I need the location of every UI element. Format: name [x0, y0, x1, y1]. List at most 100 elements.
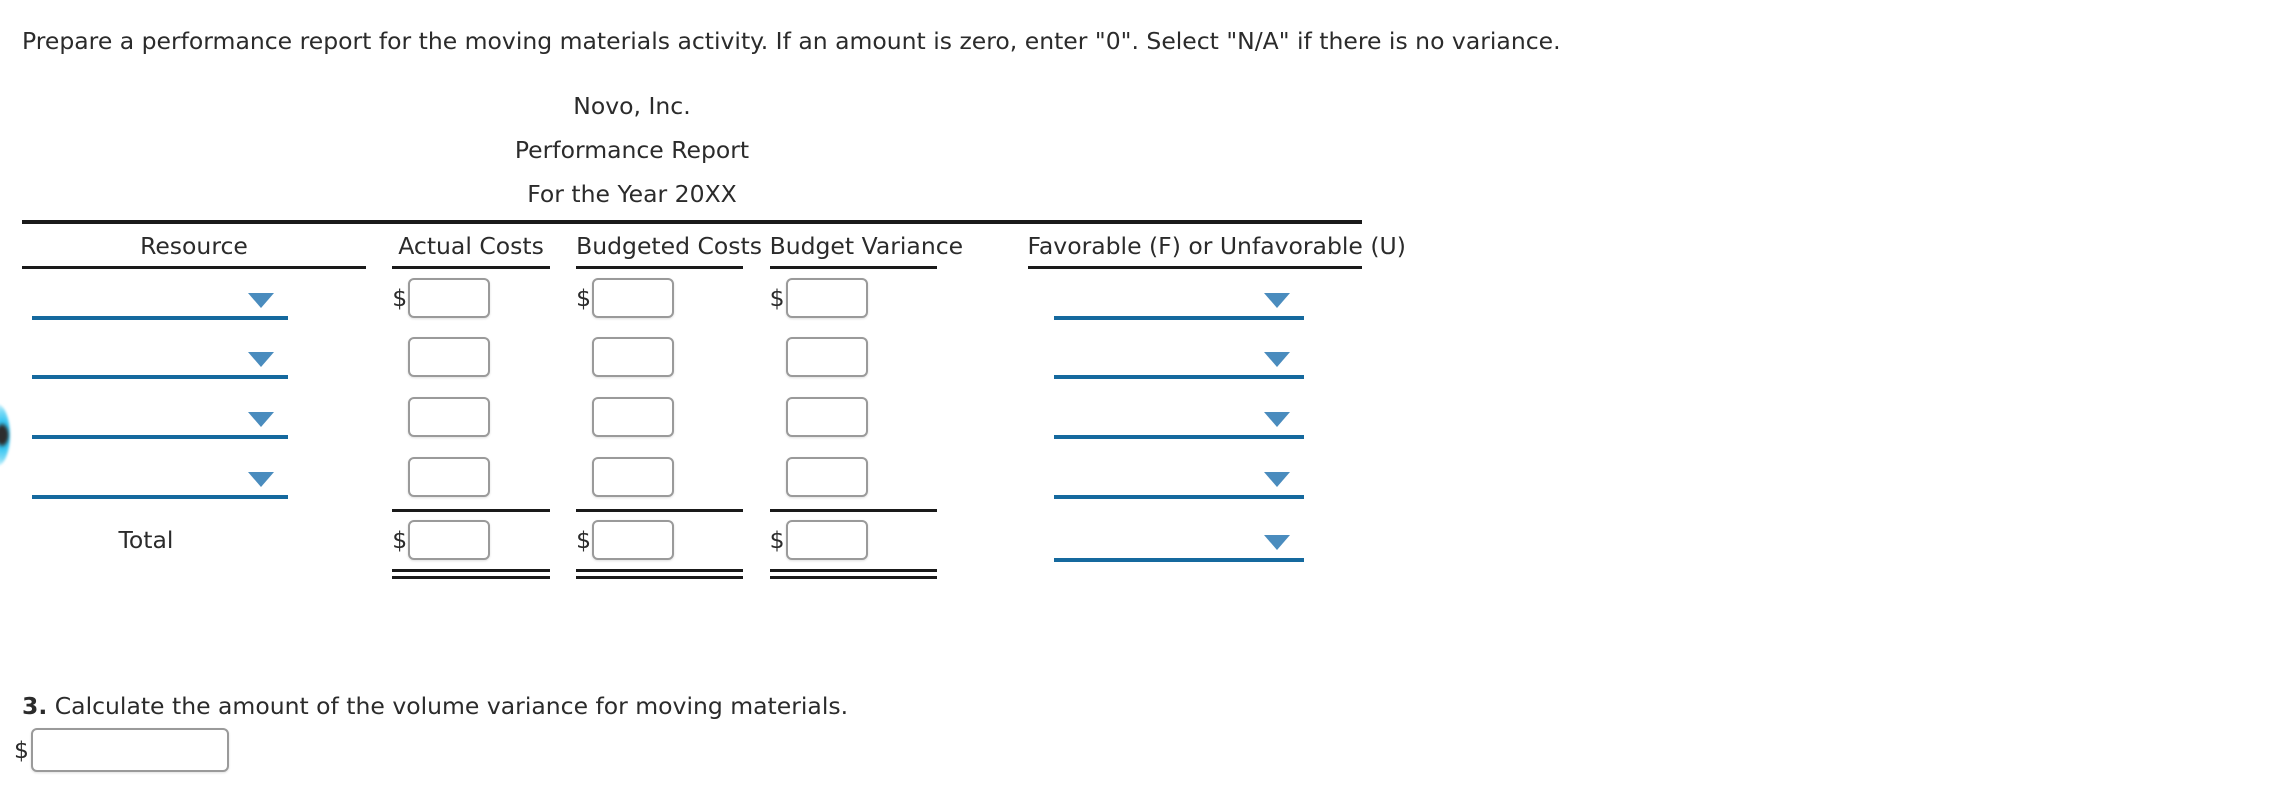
select-underline — [1053, 435, 1304, 439]
select-underline — [32, 315, 288, 320]
budgeted-cost-money-2 — [576, 337, 743, 377]
chevron-down-icon — [248, 352, 274, 367]
resource-select-3[interactable] — [32, 395, 288, 439]
spacer — [550, 510, 576, 570]
header-gap-1 — [366, 226, 392, 264]
budget-variance-input-2[interactable] — [785, 337, 868, 377]
total-variance-input[interactable] — [785, 520, 868, 560]
budget-variance-input-4[interactable] — [785, 457, 868, 497]
performance-report-table: Resource Actual Costs Budgeted Costs Bud… — [22, 220, 1406, 579]
actual-cost-money-2 — [392, 337, 550, 377]
actual-cost-cell — [392, 387, 550, 447]
total-variance-cell: $ — [770, 510, 937, 570]
table-row: $ $ $ — [22, 267, 1362, 327]
spacer — [366, 447, 392, 507]
actual-cost-input-3[interactable] — [408, 397, 491, 437]
resource-cell — [22, 447, 366, 507]
total-actual-input[interactable] — [408, 520, 491, 560]
question-3-number: 3. — [22, 692, 48, 720]
chevron-down-icon — [1263, 292, 1290, 308]
budget-variance-money-3 — [770, 397, 937, 437]
currency-symbol: $ — [14, 736, 29, 764]
double-rule-favorable — [1028, 570, 1362, 577]
column-header-resource: Resource — [140, 232, 248, 260]
spacer — [366, 327, 392, 387]
chevron-down-icon — [1263, 535, 1290, 550]
spacer — [550, 267, 576, 327]
resource-select-1[interactable] — [32, 276, 288, 320]
select-underline — [1053, 375, 1304, 379]
total-row: Total $ $ $ — [22, 510, 1362, 570]
select-underline — [1053, 315, 1304, 320]
spacer — [937, 570, 1028, 577]
table-header-row: Resource Actual Costs Budgeted Costs Bud… — [22, 226, 1406, 264]
spacer — [743, 267, 769, 327]
budget-variance-input-1[interactable] — [785, 277, 868, 318]
spacer — [550, 570, 576, 577]
report-title: Performance Report — [514, 136, 750, 164]
budgeted-cost-money-4 — [576, 457, 743, 497]
spacer — [366, 570, 392, 577]
header-gap-2 — [550, 226, 576, 264]
resource-cell — [22, 267, 366, 327]
spacer — [937, 510, 1028, 570]
currency-symbol: $ — [769, 283, 785, 312]
total-actual-money: $ — [392, 520, 550, 560]
actual-cost-input-4[interactable] — [408, 457, 491, 497]
actual-cost-cell: $ — [392, 267, 550, 327]
budget-variance-cell: $ — [770, 267, 937, 327]
favorable-select-total[interactable] — [1053, 518, 1304, 562]
favorable-select-2[interactable] — [1053, 335, 1304, 379]
actual-cost-cell — [392, 327, 550, 387]
select-underline — [1053, 558, 1304, 562]
budgeted-cost-money-1: $ — [576, 277, 743, 318]
budget-variance-input-3[interactable] — [785, 397, 868, 437]
select-underline — [1053, 495, 1304, 499]
column-header-budgeted-costs: Budgeted Costs — [576, 232, 762, 260]
budgeted-cost-input-2[interactable] — [592, 337, 675, 377]
budgeted-cost-cell — [576, 327, 743, 387]
chevron-down-icon — [1263, 412, 1290, 427]
total-label: Total — [118, 526, 174, 554]
resource-select-2[interactable] — [32, 335, 288, 379]
spacer — [743, 387, 769, 447]
spacer — [550, 447, 576, 507]
performance-report: Novo, Inc. Performance Report For the Ye… — [22, 84, 1406, 579]
spacer — [366, 387, 392, 447]
double-rule-variance — [769, 568, 937, 579]
favorable-select-4[interactable] — [1053, 455, 1304, 499]
double-rule-budgeted — [576, 568, 744, 579]
actual-cost-money-3 — [392, 397, 550, 437]
budget-variance-money-4 — [770, 457, 937, 497]
double-rule-actual — [392, 568, 550, 579]
volume-variance-input[interactable] — [30, 728, 229, 772]
select-underline — [32, 495, 288, 499]
favorable-cell — [1028, 387, 1362, 447]
currency-symbol: $ — [392, 526, 408, 554]
chevron-down-icon — [1263, 352, 1290, 367]
left-edge-focus-glow — [0, 404, 10, 466]
table-row — [22, 327, 1362, 387]
chevron-down-icon — [1263, 472, 1290, 487]
spacer — [743, 327, 769, 387]
favorable-select-3[interactable] — [1053, 395, 1304, 439]
favorable-cell — [1028, 267, 1362, 327]
select-underline — [32, 435, 288, 439]
total-budgeted-money: $ — [576, 520, 743, 560]
currency-symbol: $ — [576, 283, 592, 312]
budgeted-cost-input-1[interactable] — [592, 277, 675, 318]
resource-select-4[interactable] — [32, 455, 288, 499]
total-budgeted-cell: $ — [576, 510, 743, 570]
actual-cost-input-1[interactable] — [408, 277, 491, 318]
chevron-down-icon — [248, 472, 274, 487]
budgeted-cost-input-4[interactable] — [592, 457, 675, 497]
spacer — [743, 447, 769, 507]
actual-cost-input-2[interactable] — [408, 337, 491, 377]
budget-variance-money-1: $ — [769, 277, 937, 318]
question-3-text: Calculate the amount of the volume varia… — [54, 692, 849, 720]
spacer — [366, 267, 392, 327]
favorable-select-1[interactable] — [1053, 276, 1304, 320]
budgeted-cost-input-3[interactable] — [592, 397, 675, 437]
total-budgeted-input[interactable] — [592, 520, 675, 560]
total-label-cell: Total — [22, 510, 366, 570]
